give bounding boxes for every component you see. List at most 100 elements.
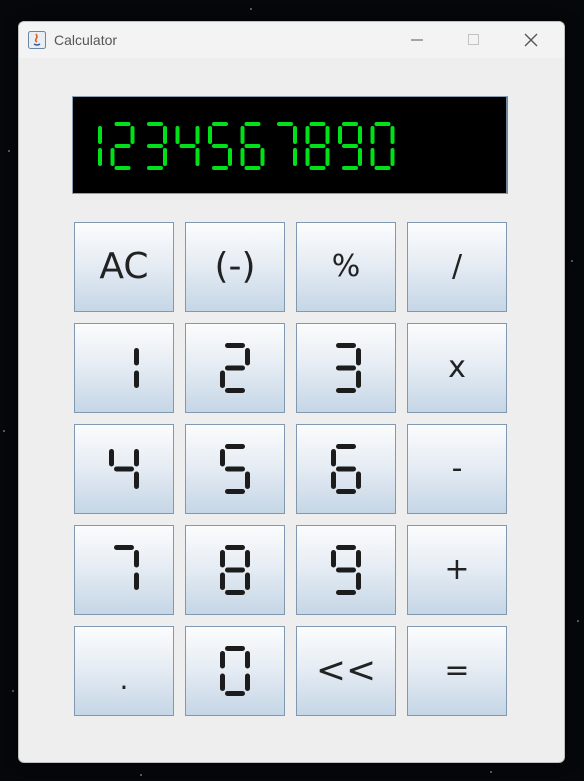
segment	[336, 466, 356, 472]
segment	[356, 370, 361, 388]
percent-button[interactable]: %	[296, 222, 396, 312]
digit-8-button[interactable]: 8	[185, 525, 285, 615]
digit-4-button[interactable]: 4	[74, 424, 174, 514]
display-value: 1234567890	[73, 97, 74, 98]
segment	[163, 126, 167, 144]
divide-button[interactable]: /	[407, 222, 507, 312]
clear-button[interactable]: AC	[74, 222, 174, 312]
segment	[114, 144, 131, 148]
digit-5-button[interactable]: 5	[185, 424, 285, 514]
segment	[225, 646, 245, 651]
digit-glyph	[109, 449, 139, 489]
segment	[245, 550, 250, 568]
segment	[331, 550, 336, 568]
key-label: .	[119, 663, 129, 696]
segment	[260, 148, 265, 166]
segment	[195, 126, 200, 144]
segment	[331, 471, 336, 489]
segment	[338, 126, 342, 144]
segment	[98, 126, 102, 144]
segment	[309, 122, 326, 126]
segment	[225, 343, 245, 348]
segment	[336, 343, 356, 348]
result-display: 1234567890	[72, 96, 508, 194]
segment	[390, 148, 395, 166]
minimize-icon	[411, 39, 423, 41]
segment	[114, 466, 134, 472]
key-label: <<	[315, 650, 377, 691]
segment	[110, 148, 115, 166]
segment	[134, 471, 139, 489]
digit-6-button[interactable]: 6	[296, 424, 396, 514]
segment	[331, 449, 336, 467]
segment	[245, 348, 250, 366]
segment	[225, 444, 245, 449]
decimal-button[interactable]: .	[74, 626, 174, 716]
minimize-button[interactable]	[394, 22, 440, 58]
segment	[244, 144, 261, 148]
window-title: Calculator	[54, 32, 118, 48]
segment	[225, 691, 245, 696]
segment	[220, 572, 225, 590]
segment	[336, 444, 356, 449]
star	[12, 690, 14, 692]
segment	[109, 449, 114, 467]
segment	[374, 166, 391, 170]
segment	[195, 148, 200, 166]
segment	[225, 545, 245, 550]
segment	[225, 590, 245, 595]
digit-2-button[interactable]: 2	[185, 323, 285, 413]
segment	[374, 122, 391, 126]
star	[3, 430, 5, 432]
subtract-button[interactable]: -	[407, 424, 507, 514]
segment	[98, 148, 102, 166]
digit-1-button[interactable]: 1	[74, 323, 174, 413]
negate-button[interactable]: (-)	[185, 222, 285, 312]
segment	[147, 144, 163, 148]
segment	[342, 122, 358, 126]
digit-7-button[interactable]: 7	[74, 525, 174, 615]
close-button[interactable]	[508, 22, 554, 58]
digit-9-button[interactable]: 9	[296, 525, 396, 615]
maximize-icon	[468, 34, 479, 45]
segment	[356, 572, 361, 590]
key-label: +	[444, 552, 470, 587]
star	[577, 620, 579, 622]
segment	[225, 567, 245, 573]
segment	[336, 365, 356, 371]
segment	[336, 489, 356, 494]
segment	[134, 550, 139, 568]
segment	[370, 148, 375, 166]
segment	[212, 144, 228, 148]
segment	[245, 572, 250, 590]
segment	[305, 126, 310, 144]
key-label: =	[444, 653, 470, 688]
digit-glyph	[220, 646, 250, 696]
multiply-button[interactable]: x	[407, 323, 507, 413]
segment	[175, 126, 180, 144]
segment	[220, 370, 225, 388]
digit-glyph	[220, 343, 250, 393]
segment	[245, 651, 250, 669]
segment	[336, 388, 356, 393]
segment	[134, 572, 139, 590]
segment	[179, 144, 196, 148]
segment	[114, 166, 131, 170]
key-label: -	[451, 451, 463, 486]
backspace-button[interactable]: <<	[296, 626, 396, 716]
maximize-button[interactable]	[451, 22, 497, 58]
add-button[interactable]: +	[407, 525, 507, 615]
segment	[244, 122, 261, 126]
star	[8, 150, 10, 152]
segment	[325, 148, 330, 166]
segment	[130, 126, 135, 144]
segment	[356, 348, 361, 366]
segment	[245, 673, 250, 691]
segment	[336, 567, 356, 573]
digit-3-button[interactable]: 3	[296, 323, 396, 413]
equals-button[interactable]: =	[407, 626, 507, 716]
digit-0-button[interactable]: 0	[185, 626, 285, 716]
segment	[240, 148, 245, 166]
segment	[309, 166, 326, 170]
title-bar[interactable]: Calculator	[19, 22, 564, 58]
